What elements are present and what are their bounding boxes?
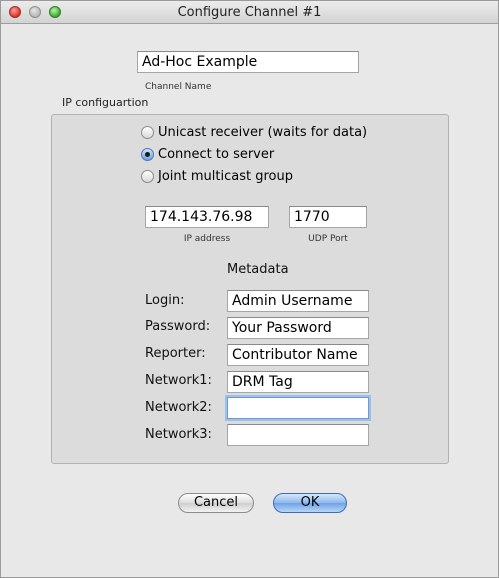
udp-port-field[interactable]	[289, 206, 367, 228]
metadata-heading: Metadata	[227, 262, 289, 277]
radio-label: Unicast receiver (waits for data)	[158, 125, 368, 140]
login-label: Login:	[145, 293, 185, 308]
reporter-field[interactable]	[227, 344, 369, 366]
channel-name-label: Channel Name	[145, 82, 212, 92]
udp-port-label: UDP Port	[308, 234, 348, 244]
ip-address-field[interactable]	[145, 206, 269, 228]
title-bar[interactable]: Configure Channel #1	[1, 1, 498, 24]
radio-unicast-receiver[interactable]: Unicast receiver (waits for data)	[141, 125, 367, 140]
radio-join-multicast[interactable]: Joint multicast group	[141, 169, 293, 184]
network2-field[interactable]	[227, 397, 369, 419]
login-field[interactable]	[227, 290, 369, 312]
radio-checked-icon	[141, 148, 154, 161]
network1-label: Network1:	[145, 373, 212, 388]
configure-channel-window: Configure Channel #1 Channel Name IP con…	[0, 0, 499, 578]
ip-address-label: IP address	[183, 234, 231, 244]
window-title: Configure Channel #1	[177, 5, 322, 20]
reporter-label: Reporter:	[145, 346, 206, 361]
ok-button[interactable]: OK	[273, 493, 347, 513]
cancel-button[interactable]: Cancel	[178, 493, 254, 513]
network3-label: Network3:	[145, 427, 212, 442]
password-field[interactable]	[227, 317, 369, 339]
channel-name-field[interactable]	[137, 51, 359, 73]
radio-unchecked-icon	[141, 170, 154, 183]
radio-label: Joint multicast group	[158, 169, 293, 184]
network1-field[interactable]	[227, 371, 369, 393]
ip-configuration-title: IP configuartion	[62, 96, 149, 109]
radio-connect-to-server[interactable]: Connect to server	[141, 147, 274, 162]
radio-unchecked-icon	[141, 126, 154, 139]
radio-label: Connect to server	[158, 147, 275, 162]
password-label: Password:	[145, 319, 211, 334]
network2-label: Network2:	[145, 400, 212, 415]
network3-field[interactable]	[227, 424, 369, 446]
